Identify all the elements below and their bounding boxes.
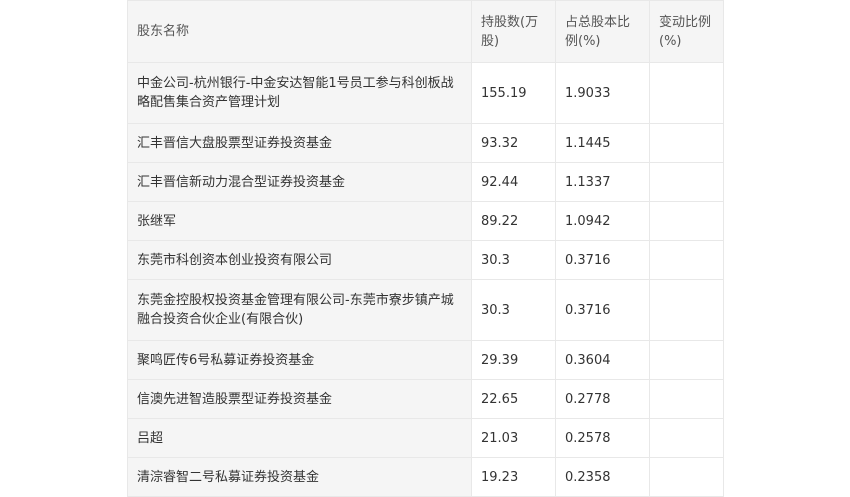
cell-shareholder-name: 东莞市科创资本创业投资有限公司: [127, 240, 472, 280]
table-row: 中金公司-杭州银行-中金安达智能1号员工参与科创板战略配售集合资产管理计划 15…: [127, 62, 724, 124]
cell-ratio: 1.0942: [555, 201, 650, 241]
table-row: 汇丰晋信新动力混合型证券投资基金 92.44 1.1337: [127, 162, 724, 202]
table-row: 汇丰晋信大盘股票型证券投资基金 93.32 1.1445: [127, 123, 724, 163]
cell-change: [649, 123, 724, 163]
shareholder-table-container: 股东名称 持股数(万股) 占总股本比例(%) 变动比例(%) 中金公司-杭州银行…: [127, 0, 724, 497]
table-header-row: 股东名称 持股数(万股) 占总股本比例(%) 变动比例(%): [127, 0, 724, 63]
cell-shareholder-name: 信澳先进智造股票型证券投资基金: [127, 379, 472, 419]
cell-shareholder-name: 吕超: [127, 418, 472, 458]
cell-shares: 19.23: [471, 457, 556, 497]
cell-shareholder-name: 东莞金控股权投资基金管理有限公司-东莞市寮步镇产城融合投资合伙企业(有限合伙): [127, 279, 472, 341]
cell-change: [649, 162, 724, 202]
cell-shareholder-name: 张继军: [127, 201, 472, 241]
table-row: 信澳先进智造股票型证券投资基金 22.65 0.2778: [127, 379, 724, 419]
cell-ratio: 0.3604: [555, 340, 650, 380]
cell-shares: 30.3: [471, 240, 556, 280]
cell-ratio: 0.2578: [555, 418, 650, 458]
cell-shares: 30.3: [471, 279, 556, 341]
cell-shares: 21.03: [471, 418, 556, 458]
cell-ratio: 1.1337: [555, 162, 650, 202]
shareholder-table: 股东名称 持股数(万股) 占总股本比例(%) 变动比例(%) 中金公司-杭州银行…: [127, 0, 724, 497]
cell-shares: 89.22: [471, 201, 556, 241]
cell-shareholder-name: 中金公司-杭州银行-中金安达智能1号员工参与科创板战略配售集合资产管理计划: [127, 62, 472, 124]
header-change: 变动比例(%): [649, 0, 724, 63]
cell-ratio: 1.9033: [555, 62, 650, 124]
cell-change: [649, 279, 724, 341]
table-row: 张继军 89.22 1.0942: [127, 201, 724, 241]
header-ratio: 占总股本比例(%): [555, 0, 650, 63]
cell-change: [649, 240, 724, 280]
header-shares: 持股数(万股): [471, 0, 556, 63]
cell-change: [649, 201, 724, 241]
cell-shares: 93.32: [471, 123, 556, 163]
cell-change: [649, 340, 724, 380]
cell-change: [649, 457, 724, 497]
cell-ratio: 0.2358: [555, 457, 650, 497]
cell-shareholder-name: 汇丰晋信新动力混合型证券投资基金: [127, 162, 472, 202]
cell-shareholder-name: 汇丰晋信大盘股票型证券投资基金: [127, 123, 472, 163]
cell-ratio: 1.1445: [555, 123, 650, 163]
header-shareholder-name: 股东名称: [127, 0, 472, 63]
cell-ratio: 0.3716: [555, 279, 650, 341]
table-row: 东莞市科创资本创业投资有限公司 30.3 0.3716: [127, 240, 724, 280]
cell-ratio: 0.2778: [555, 379, 650, 419]
table-row: 清淙睿智二号私募证券投资基金 19.23 0.2358: [127, 457, 724, 497]
table-row: 吕超 21.03 0.2578: [127, 418, 724, 458]
table-row: 东莞金控股权投资基金管理有限公司-东莞市寮步镇产城融合投资合伙企业(有限合伙) …: [127, 279, 724, 341]
cell-shares: 22.65: [471, 379, 556, 419]
cell-change: [649, 418, 724, 458]
cell-change: [649, 379, 724, 419]
cell-change: [649, 62, 724, 124]
cell-shares: 92.44: [471, 162, 556, 202]
cell-shares: 155.19: [471, 62, 556, 124]
cell-ratio: 0.3716: [555, 240, 650, 280]
table-row: 聚鸣匠传6号私募证券投资基金 29.39 0.3604: [127, 340, 724, 380]
cell-shareholder-name: 聚鸣匠传6号私募证券投资基金: [127, 340, 472, 380]
cell-shareholder-name: 清淙睿智二号私募证券投资基金: [127, 457, 472, 497]
cell-shares: 29.39: [471, 340, 556, 380]
